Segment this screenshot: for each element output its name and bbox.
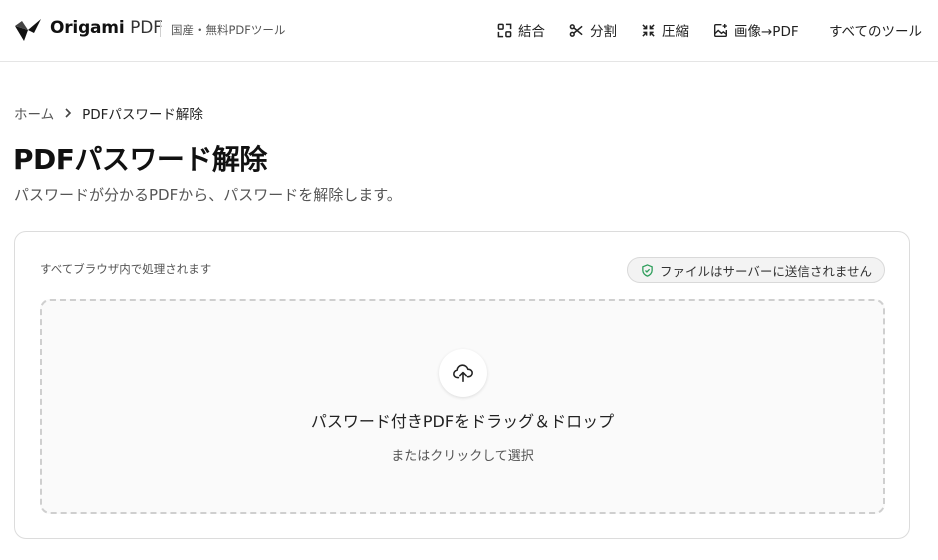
nav-merge-label: 結合: [518, 24, 545, 40]
breadcrumb-home[interactable]: ホーム: [14, 103, 54, 123]
nav-all-tools[interactable]: すべてのツール: [829, 20, 922, 40]
brand-sub: PDF: [130, 18, 163, 38]
nav-image-to-pdf-label: 画像→PDF: [734, 24, 799, 40]
upload-card: すべてブラウザ内で処理されます ファイルはサーバーに送信されません パスワード付…: [14, 231, 910, 539]
processing-note: すべてブラウザ内で処理されます: [40, 262, 212, 276]
privacy-badge-label: ファイルはサーバーに送信されません: [659, 263, 872, 279]
nav-split-label: 分割: [590, 24, 617, 40]
scissors-icon: [569, 23, 583, 37]
header-divider: [160, 21, 161, 37]
nav-compress-label: 圧縮: [662, 24, 689, 40]
dropzone-subtitle: またはクリックして選択: [391, 449, 534, 464]
dropzone-title: パスワード付きPDFをドラッグ＆ドロップ: [310, 412, 615, 431]
file-dropzone[interactable]: パスワード付きPDFをドラッグ＆ドロップ またはクリックして選択: [40, 299, 885, 514]
brand-name[interactable]: Origami PDF: [50, 18, 163, 38]
top-header: Origami PDF 国産・無料PDFツール 結合 分割 圧縮 画像→PDF …: [0, 0, 938, 62]
page-title: PDFパスワード解除: [13, 143, 267, 176]
brand-main: Origami: [50, 18, 125, 38]
breadcrumb: ホーム PDFパスワード解除: [14, 103, 203, 123]
logo-icon[interactable]: [14, 16, 42, 42]
nav-compress[interactable]: 圧縮: [641, 20, 689, 40]
brand-tagline: 国産・無料PDFツール: [171, 23, 286, 37]
cloud-upload-icon: [453, 364, 473, 383]
breadcrumb-current: PDFパスワード解除: [82, 107, 203, 123]
nav-split[interactable]: 分割: [569, 20, 617, 40]
compress-icon: [642, 23, 655, 37]
image-plus-icon: [713, 23, 728, 37]
page-subtitle: パスワードが分かるPDFから、パスワードを解除します。: [14, 186, 402, 204]
upload-button[interactable]: [439, 349, 487, 397]
merge-icon: [497, 23, 512, 37]
nav-merge[interactable]: 結合: [497, 20, 545, 40]
chevron-right-icon: [65, 108, 72, 118]
nav-all-tools-label: すべてのツール: [829, 24, 923, 40]
privacy-badge: ファイルはサーバーに送信されません: [626, 257, 885, 283]
nav-image-to-pdf[interactable]: 画像→PDF: [713, 20, 799, 40]
shield-check-icon: [642, 263, 653, 277]
